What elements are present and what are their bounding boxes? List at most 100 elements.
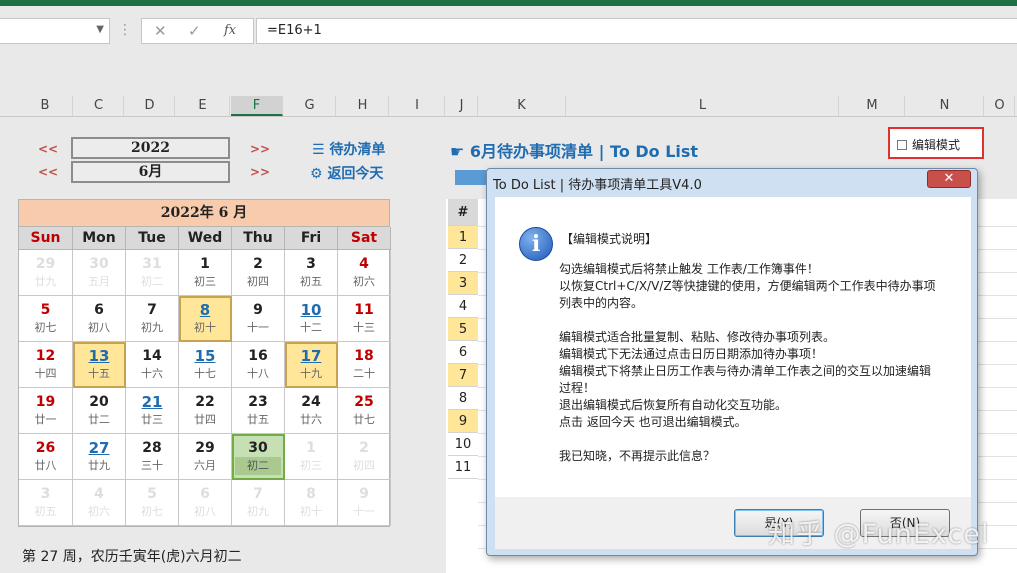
column-header[interactable]: C [74, 96, 124, 116]
calendar-day[interactable]: 10 十二 [285, 296, 338, 342]
day-number: 22 [195, 394, 215, 410]
calendar-day[interactable]: 25 廿七 [338, 388, 391, 434]
calendar-day[interactable]: 9 十一 [232, 296, 285, 342]
calendar-day[interactable]: 1 初三 [179, 250, 232, 296]
calendar-day[interactable]: 11 十三 [338, 296, 391, 342]
calendar-day[interactable]: 2 初四 [338, 434, 391, 480]
calendar-day[interactable]: 5 初七 [126, 480, 179, 526]
row-number[interactable]: 5 [448, 318, 478, 341]
column-header[interactable]: B [18, 96, 73, 116]
calendar-day[interactable]: 15 十七 [179, 342, 232, 388]
day-number: 20 [89, 394, 109, 410]
row-number[interactable]: 6 [448, 341, 478, 364]
calendar-title: 2022年 6 月 [19, 200, 389, 227]
row-number[interactable]: 4 [448, 295, 478, 318]
back-to-today-link[interactable]: ⚙ 返回今天 [310, 163, 383, 183]
column-header[interactable]: J [446, 96, 478, 116]
calendar-day[interactable]: 23 廿五 [232, 388, 285, 434]
calendar-day[interactable]: 3 初五 [19, 480, 73, 526]
column-header[interactable]: K [478, 96, 566, 116]
todo-list-label: 待办清单 [329, 142, 386, 158]
calendar-day[interactable]: 12 十四 [19, 342, 73, 388]
calendar-day[interactable]: 5 初七 [19, 296, 73, 342]
edit-mode-checkbox[interactable]: 编辑模式 [888, 127, 984, 159]
calendar-day[interactable]: 7 初九 [232, 480, 285, 526]
calendar-day[interactable]: 6 初八 [179, 480, 232, 526]
dialog-line: 编辑模式适合批量复制、粘贴、修改待办事项列表。 [559, 330, 836, 344]
enter-icon[interactable]: ✓ [188, 22, 201, 40]
calendar-day[interactable]: 30 五月 [73, 250, 126, 296]
calendar-day[interactable]: 31 初二 [126, 250, 179, 296]
calendar-day[interactable]: 9 十一 [338, 480, 391, 526]
calendar-day[interactable]: 4 初六 [73, 480, 126, 526]
row-number[interactable]: 10 [448, 433, 478, 456]
row-number[interactable]: 11 [448, 456, 478, 479]
row-number-header: # [448, 199, 478, 226]
prev-month-button[interactable]: << [38, 165, 58, 179]
next-year-button[interactable]: >> [250, 142, 270, 156]
day-number: 3 [40, 486, 51, 502]
drag-handle-icon[interactable]: ⋮ [118, 22, 132, 38]
calendar-day[interactable]: 2 初四 [232, 250, 285, 296]
row-number[interactable]: 7 [448, 364, 478, 387]
day-number: 1 [200, 256, 210, 272]
calendar-day[interactable]: 20 廿二 [73, 388, 126, 434]
column-header[interactable]: D [125, 96, 175, 116]
calendar-day[interactable]: 3 初五 [285, 250, 338, 296]
calendar-day[interactable]: 27 廿九 [73, 434, 126, 480]
calendar-grid: Sun Mon Tue Wed Thu Fri Sat 29 廿九 30 五月 31 初二 1 初三 2 初四 3… [19, 227, 391, 526]
checkbox-icon[interactable] [897, 140, 907, 150]
calendar-day[interactable]: 4 初六 [338, 250, 391, 296]
day-number: 31 [142, 256, 162, 272]
month-field[interactable]: 6月 [71, 161, 230, 183]
column-header[interactable]: M [840, 96, 905, 116]
day-number: 7 [147, 302, 157, 318]
column-header[interactable]: I [390, 96, 445, 116]
calendar-day[interactable]: 16 十八 [232, 342, 285, 388]
column-header[interactable]: O [985, 96, 1015, 116]
calendar-day[interactable]: 18 二十 [338, 342, 391, 388]
day-number: 5 [147, 486, 157, 502]
column-header[interactable]: N [906, 96, 984, 116]
calendar-day[interactable]: 7 初九 [126, 296, 179, 342]
name-box[interactable]: ▼ [0, 18, 110, 44]
calendar-day[interactable]: 13 十五 [73, 342, 126, 388]
calendar-day[interactable]: 6 初八 [73, 296, 126, 342]
calendar-day[interactable]: 29 六月 [179, 434, 232, 480]
close-icon[interactable]: ✕ [927, 170, 971, 188]
column-header[interactable]: L [567, 96, 839, 116]
calendar-day[interactable]: 26 廿八 [19, 434, 73, 480]
todo-list-link[interactable]: ☰ 待办清单 [312, 139, 385, 159]
calendar-day[interactable]: 14 十六 [126, 342, 179, 388]
calendar-day[interactable]: 8 初十 [179, 296, 232, 342]
calendar-day[interactable]: 1 初三 [285, 434, 338, 480]
lunar-date: 廿九 [88, 459, 110, 472]
calendar-day[interactable]: 19 廿一 [19, 388, 73, 434]
calendar-day[interactable]: 28 三十 [126, 434, 179, 480]
dialog-title: To Do List | 待办事项清单工具V4.0 [493, 178, 702, 193]
day-number: 5 [40, 302, 51, 318]
calendar-day[interactable]: 21 廿三 [126, 388, 179, 434]
row-number[interactable]: 8 [448, 387, 478, 410]
column-header[interactable]: F [231, 96, 283, 116]
calendar-day[interactable]: 17 十九 [285, 342, 338, 388]
column-header[interactable]: E [176, 96, 230, 116]
prev-year-button[interactable]: << [38, 142, 58, 156]
row-number[interactable]: 3 [448, 272, 478, 295]
calendar-day[interactable]: 22 廿四 [179, 388, 232, 434]
row-number[interactable]: 2 [448, 249, 478, 272]
formula-input[interactable]: =E16+1 [256, 18, 1017, 44]
fx-icon[interactable]: fx [224, 23, 236, 38]
cancel-icon[interactable]: ✕ [154, 22, 167, 40]
calendar-day[interactable]: 24 廿六 [285, 388, 338, 434]
chevron-down-icon[interactable]: ▼ [96, 24, 104, 35]
row-number[interactable]: 9 [448, 410, 478, 433]
next-month-button[interactable]: >> [250, 165, 270, 179]
calendar-day[interactable]: 30 初二 [232, 434, 285, 480]
calendar-day[interactable]: 29 廿九 [19, 250, 73, 296]
year-field[interactable]: 2022 [71, 137, 230, 159]
column-header[interactable]: G [284, 96, 336, 116]
column-header[interactable]: H [337, 96, 389, 116]
calendar-day[interactable]: 8 初十 [285, 480, 338, 526]
row-number[interactable]: 1 [448, 226, 478, 249]
